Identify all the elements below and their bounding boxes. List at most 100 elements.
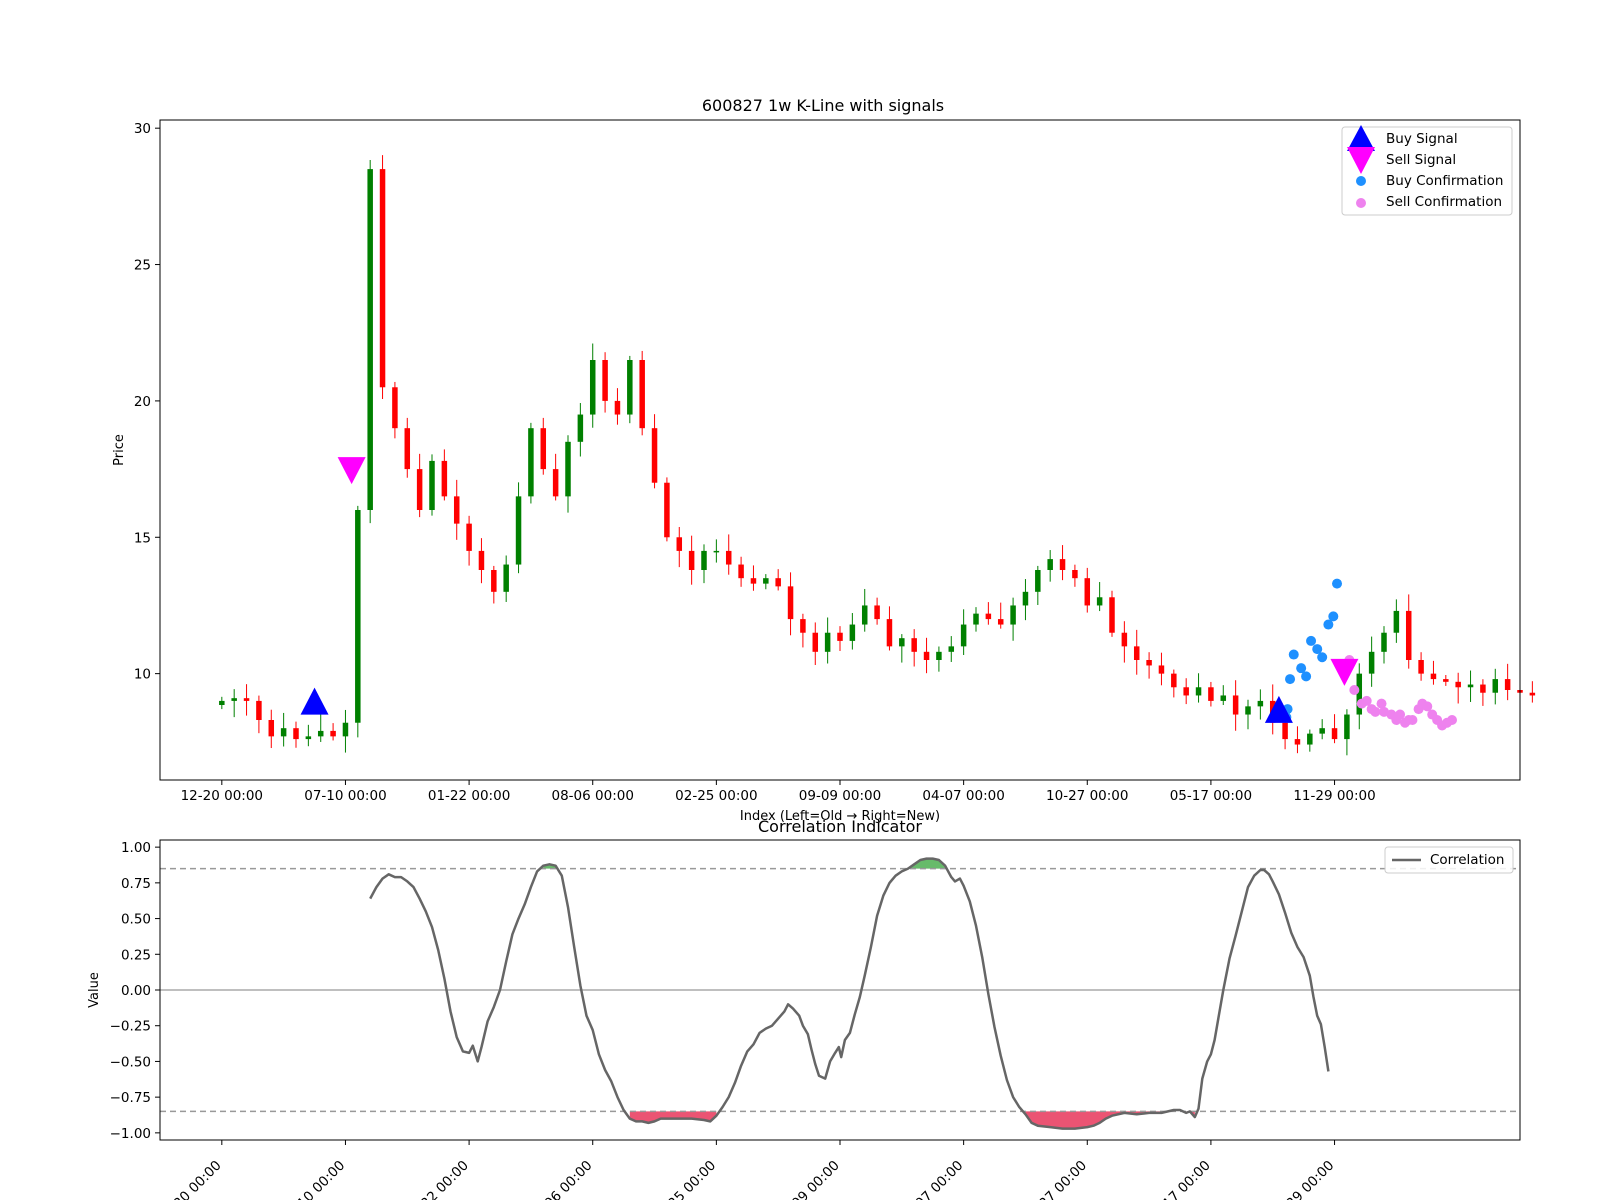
correlation-y-tick-label: −0.50: [110, 1054, 151, 1070]
candle-body: [503, 564, 509, 592]
kline-x-tick-label: 07-10 00:00: [304, 788, 386, 804]
candle-body: [1146, 660, 1152, 666]
kline-y-tick-label: 15: [134, 530, 151, 546]
candle-body: [317, 730, 324, 737]
correlation-y-tick-label: 0.75: [121, 876, 151, 892]
correlation-y-tick-label: 0.00: [121, 983, 151, 999]
candle-body: [602, 360, 608, 401]
candle-body: [416, 469, 423, 510]
correlation-y-axis-label: Value: [87, 972, 102, 1008]
kline-y-tick-label: 30: [134, 121, 151, 137]
candle-body: [750, 578, 757, 584]
candle-body: [899, 638, 905, 647]
candle-body: [1220, 695, 1227, 701]
candle-body: [441, 460, 448, 497]
candle-body: [738, 564, 744, 579]
candle-body: [1208, 687, 1214, 701]
candle-body: [540, 428, 547, 470]
candle-body: [268, 720, 275, 737]
candle-body: [1084, 578, 1091, 606]
candle-body: [849, 624, 856, 641]
sell-confirmation-point: [1370, 706, 1381, 717]
kline-y-tick-label: 20: [134, 394, 151, 410]
candle-body: [713, 550, 720, 553]
candle-body: [775, 578, 781, 587]
candle-body: [837, 632, 843, 641]
candle-body: [627, 360, 633, 415]
candle-body: [1319, 728, 1325, 734]
candle-body: [812, 632, 819, 652]
candle-body: [676, 537, 683, 551]
candle-body: [1183, 687, 1189, 696]
candle-body: [1529, 692, 1536, 696]
correlation-title: Correlation Indicator: [758, 817, 922, 836]
candle-body: [404, 428, 411, 470]
candle-body: [1121, 632, 1128, 647]
sell-confirmation-point: [1349, 685, 1360, 695]
candle-body: [664, 482, 670, 538]
candle-body: [1282, 722, 1288, 740]
candle-body: [1467, 684, 1474, 688]
candle-body: [763, 578, 769, 584]
candle-body: [1504, 679, 1511, 690]
candle-body: [973, 613, 979, 625]
candle-body: [1096, 597, 1103, 606]
candle-body: [429, 460, 435, 510]
candle-body: [1492, 679, 1499, 693]
candle-body: [1331, 728, 1338, 740]
candle-body: [1405, 610, 1412, 660]
candle-body: [725, 550, 732, 565]
candle-body: [1368, 651, 1375, 674]
candle-body: [1171, 673, 1177, 688]
candle-body: [305, 736, 312, 740]
candle-body: [1035, 570, 1041, 592]
sell-confirmation-point: [1407, 715, 1418, 725]
candle-body: [651, 428, 658, 483]
buy-confirmation-point: [1328, 611, 1339, 622]
candle-body: [367, 169, 373, 510]
candle-body: [491, 570, 497, 592]
candle-body: [231, 698, 237, 701]
kline-title: 600827 1w K-Line with signals: [702, 96, 944, 115]
candle-body: [552, 469, 559, 497]
correlation-y-tick-label: −0.75: [110, 1090, 151, 1106]
legend-sell-confirmation-label: Sell Confirmation: [1386, 194, 1502, 210]
correlation-y-tick-label: 1.00: [121, 840, 151, 856]
legend-sell-confirmation-icon: [1356, 198, 1366, 208]
candle-body: [1418, 660, 1424, 674]
figure: 600827 1w K-Line with signals 10 15 20 25 30…: [0, 0, 1600, 1200]
candle-body: [1059, 559, 1066, 570]
kline-x-tick-label: 04-07 00:00: [922, 788, 1004, 804]
sell-confirmation-point: [1447, 715, 1457, 725]
legend-buy-signal-label: Buy Signal: [1386, 131, 1458, 147]
candle-body: [280, 728, 287, 737]
candle-body: [330, 730, 336, 737]
correlation-y-tick-label: −0.25: [110, 1019, 151, 1035]
candle-body: [1381, 632, 1387, 652]
kline-x-tick-label: 05-17 00:00: [1170, 788, 1252, 804]
candle-body: [997, 619, 1004, 625]
candle-body: [923, 651, 930, 660]
kline-x-tick-label: 12-20 00:00: [181, 788, 263, 804]
candle-body: [515, 496, 522, 565]
candle-body: [936, 651, 942, 660]
candle-body: [948, 646, 955, 652]
kline-x-tick-label: 08-06 00:00: [552, 788, 634, 804]
candle-body: [1294, 739, 1301, 745]
candle-body: [1430, 673, 1437, 680]
candle-body: [577, 414, 584, 442]
candle-body: [256, 700, 262, 720]
candle-body: [960, 624, 967, 647]
candle-body: [589, 360, 596, 415]
candle-body: [614, 400, 621, 415]
buy-confirmation-point: [1317, 652, 1328, 663]
candle-body: [1158, 665, 1165, 674]
correlation-legend: Correlation: [1384, 846, 1514, 874]
legend-buy-confirmation-label: Buy Confirmation: [1386, 173, 1503, 189]
correlation-y-tick-label: 0.25: [121, 947, 151, 963]
candle-body: [1232, 695, 1239, 715]
buy-confirmation-point: [1285, 674, 1296, 685]
candle-body: [874, 605, 880, 620]
kline-y-tick-label: 25: [134, 258, 151, 274]
kline-x-tick-label: 09-09 00:00: [799, 788, 881, 804]
